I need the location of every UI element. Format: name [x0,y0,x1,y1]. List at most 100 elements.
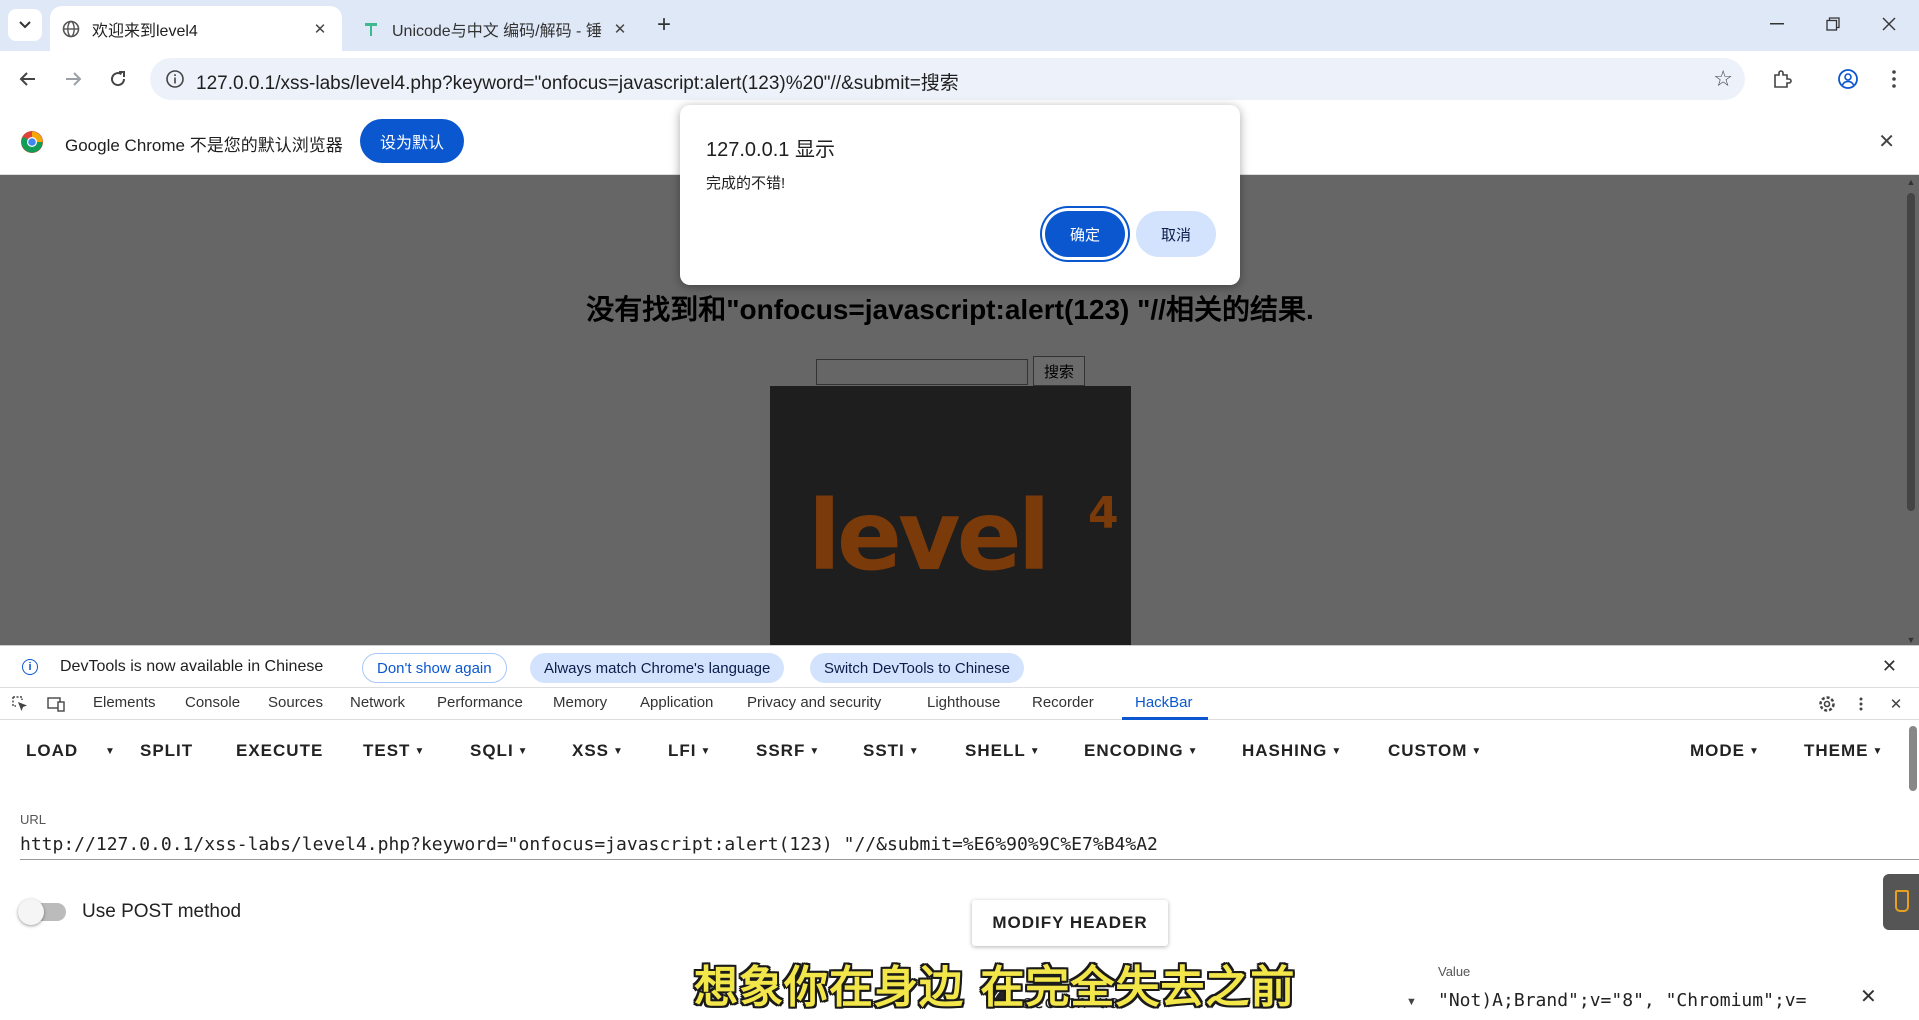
dont-show-again-button[interactable]: Don't show again [362,653,507,683]
tab-lighthouse[interactable]: Lighthouse [927,694,1000,711]
hackbar-execute-button[interactable]: EXECUTE [236,741,323,761]
header-value-field[interactable]: "Not)A;Brand";v="8", "Chromium";v= [1438,990,1842,1011]
hackbar-xss-menu[interactable]: XSS ▼ [572,741,624,761]
logo-text: level [808,480,1051,592]
menu-label: SQLI [470,741,514,760]
tab-title: Unicode与中文 编码/解码 - 锤 [392,22,602,40]
scroll-up-icon[interactable]: ▲ [1905,177,1917,187]
tab-unicode[interactable]: Unicode与中文 编码/解码 - 锤 ✕ [350,6,642,51]
address-bar[interactable]: 127.0.0.1/xss-labs/level4.php?keyword="o… [150,58,1745,100]
devtools-language-notice: i DevTools is now available in Chinese D… [0,646,1919,688]
profile-icon[interactable] [1832,63,1864,95]
tab-elements[interactable]: Elements [93,694,156,711]
tab-console[interactable]: Console [185,694,240,711]
bookmark-star-icon[interactable]: ☆ [1713,66,1733,92]
hackbar-load-dropdown[interactable]: ▼ [101,741,116,761]
site-info-icon[interactable] [164,68,186,90]
reload-icon[interactable] [100,61,136,97]
close-icon[interactable]: ✕ [610,19,630,39]
hackbar-ssti-menu[interactable]: SSTI ▼ [863,741,920,761]
extensions-icon[interactable] [1766,63,1798,95]
hackbar-mode-menu[interactable]: MODE ▼ [1690,741,1760,761]
caret-down-icon: ▼ [1029,746,1041,758]
ok-button[interactable]: 确定 [1045,211,1125,257]
url-field[interactable]: http://127.0.0.1/xss-labs/level4.php?key… [20,834,1919,860]
device-toolbar-icon[interactable] [46,694,66,714]
restore-icon[interactable] [1810,8,1856,40]
tab-memory[interactable]: Memory [553,694,607,711]
menu-label: MODE [1690,741,1745,760]
caret-down-icon: ▼ [1471,746,1483,758]
hackbar-hashing-menu[interactable]: HASHING ▼ [1242,741,1342,761]
address-url[interactable]: 127.0.0.1/xss-labs/level4.php?keyword="o… [196,68,959,95]
tab-privacy-security[interactable]: Privacy and security [747,694,881,711]
close-icon[interactable]: ✕ [1882,656,1897,677]
dialog-title: 127.0.0.1 显示 [706,139,835,161]
inspect-element-icon[interactable] [10,694,30,714]
remove-header-icon[interactable]: ✕ [1860,984,1877,1009]
hackbar-test-menu[interactable]: TEST ▼ [363,741,425,761]
tab-performance[interactable]: Performance [437,694,523,711]
caret-down-icon: ▼ [613,746,624,758]
menu-label: LOAD [26,741,79,760]
tab-application[interactable]: Application [640,694,713,711]
match-language-button[interactable]: Always match Chrome's language [530,653,785,683]
search-input[interactable] [816,359,1028,385]
hackbar-scrollbar[interactable] [1909,726,1917,791]
hackbar-side-tab[interactable] [1883,874,1919,930]
close-icon[interactable]: ✕ [310,19,330,39]
hackbar-shell-menu[interactable]: SHELL ▼ [965,741,1041,761]
globe-icon [62,20,80,38]
new-tab-button[interactable]: + [650,11,678,39]
window-close-icon[interactable] [1866,8,1912,40]
hackbar-lfi-menu[interactable]: LFI ▼ [668,741,711,761]
tab-level4[interactable]: 欢迎来到level4 ✕ [50,6,342,51]
settings-gear-icon[interactable] [1817,694,1837,714]
browser-toolbar: 127.0.0.1/xss-labs/level4.php?keyword="o… [0,51,1919,107]
close-icon[interactable]: ✕ [1878,129,1895,154]
devtools-panel: i DevTools is now available in Chinese D… [0,645,1919,1020]
info-icon: i [22,659,38,675]
back-icon[interactable] [10,61,46,97]
hackbar-custom-menu[interactable]: CUSTOM ▼ [1388,741,1482,761]
modify-header-button[interactable]: MODIFY HEADER [972,900,1168,946]
menu-label: EXECUTE [236,741,324,760]
forward-icon[interactable] [55,61,91,97]
set-default-button[interactable]: 设为默认 [360,119,464,163]
tab-title: 欢迎来到level4 [92,22,198,40]
cancel-button[interactable]: 取消 [1136,211,1216,257]
tab-hackbar[interactable]: HackBar [1135,694,1193,711]
hackbar-theme-menu[interactable]: THEME ▼ [1804,741,1883,761]
hackbar-encoding-menu[interactable]: ENCODING ▼ [1084,741,1199,761]
menu-label: SSRF [756,741,806,760]
dialog-message: 完成的不错! [706,175,786,192]
caret-down-icon: ▼ [700,746,712,758]
hackbar-sqli-menu[interactable]: SQLI ▼ [470,741,529,761]
caret-down-icon[interactable]: ▼ [1406,996,1417,1008]
scroll-down-icon[interactable]: ▼ [1905,635,1917,645]
page-scrollbar[interactable]: ▲ ▼ [1905,175,1917,645]
cup-icon [1895,890,1909,912]
search-button[interactable]: 搜索 [1033,356,1085,386]
menu-label: CUSTOM [1388,741,1468,760]
header-value-label: Value [1438,964,1471,979]
menu-kebab-icon[interactable] [1878,63,1910,95]
hackbar-load-button[interactable]: LOAD [26,741,78,761]
tab-recorder[interactable]: Recorder [1032,694,1094,711]
hackbar-menu: LOAD ▼ SPLIT EXECUTE TEST ▼ SQLI ▼ XSS ▼ LF… [0,721,1919,781]
post-method-toggle[interactable] [18,899,66,925]
notice-message: DevTools is now available in Chinese [60,658,324,675]
hackbar-ssrf-menu[interactable]: SSRF ▼ [756,741,820,761]
tab-network[interactable]: Network [350,694,405,711]
close-icon[interactable]: ✕ [1886,694,1906,714]
minimize-icon[interactable] [1754,8,1800,40]
hammer-icon [362,20,380,38]
tab-search-button[interactable] [8,9,42,41]
devtools-menu-icon[interactable] [1851,694,1871,714]
scrollbar-thumb[interactable] [1907,193,1915,511]
menu-label: SPLIT [140,741,194,760]
hackbar-split-button[interactable]: SPLIT [140,741,193,761]
tab-sources[interactable]: Sources [268,694,323,711]
caret-down-icon: ▼ [105,746,116,758]
switch-chinese-button[interactable]: Switch DevTools to Chinese [810,653,1024,683]
